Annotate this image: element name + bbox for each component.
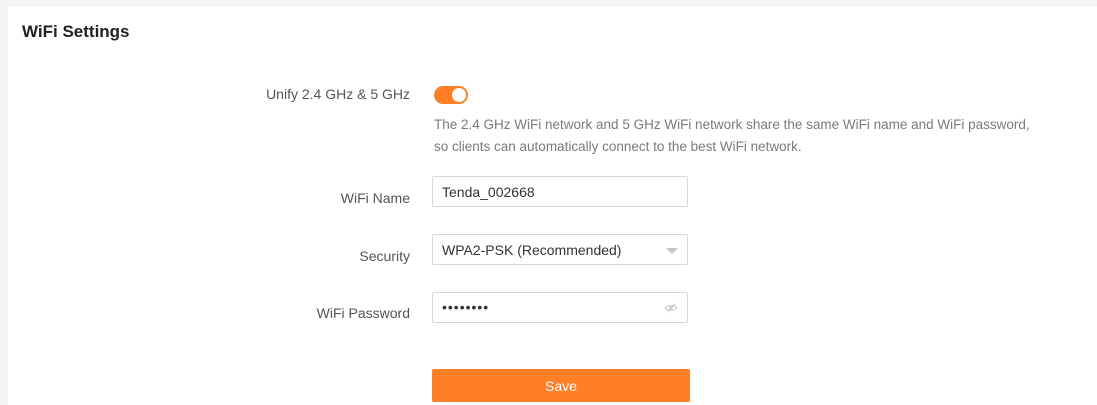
save-button[interactable]: Save <box>432 369 690 402</box>
eye-off-icon[interactable] <box>664 301 678 315</box>
page-title: WiFi Settings <box>22 22 130 41</box>
security-select[interactable]: WPA2-PSK (Recommended) <box>432 234 688 265</box>
unify-description-line1: The 2.4 GHz WiFi network and 5 GHz WiFi … <box>434 117 1030 132</box>
wifi-name-label: WiFi Name <box>340 190 410 206</box>
wifi-name-input[interactable]: Tenda_002668 <box>432 176 688 207</box>
wifi-password-input[interactable]: •••••••• <box>432 292 688 323</box>
security-label: Security <box>359 248 410 264</box>
unify-description: The 2.4 GHz WiFi network and 5 GHz WiFi … <box>434 114 1094 158</box>
chevron-down-icon[interactable] <box>666 248 678 254</box>
unify-toggle[interactable] <box>434 86 468 104</box>
wifi-settings-panel: WiFi Settings Unify 2.4 GHz & 5 GHz The … <box>8 7 1097 405</box>
toggle-knob <box>452 88 466 102</box>
unify-label: Unify 2.4 GHz & 5 GHz <box>266 86 410 102</box>
unify-description-line2: so clients can automatically connect to … <box>434 139 802 154</box>
wifi-name-value: Tenda_002668 <box>442 184 535 200</box>
security-value: WPA2-PSK (Recommended) <box>442 242 622 258</box>
wifi-password-label: WiFi Password <box>316 305 410 321</box>
wifi-password-value: •••••••• <box>442 299 490 315</box>
